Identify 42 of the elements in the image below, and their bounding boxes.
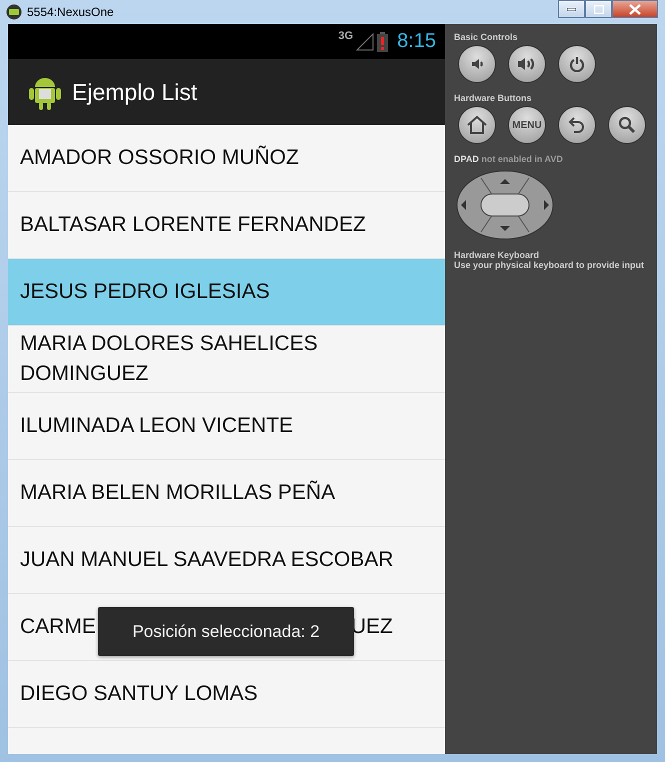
back-icon xyxy=(568,116,586,134)
window-title: 5554:NexusOne xyxy=(27,5,114,19)
keyboard-heading: Hardware Keyboard xyxy=(454,250,540,260)
list-item[interactable]: JESUS PEDRO IGLESIAS xyxy=(8,259,445,326)
volume-up-icon xyxy=(517,56,537,72)
dpad-note: DPAD not enabled in AVD xyxy=(454,154,564,164)
item-text: DIEGO SANTUY LOMAS xyxy=(20,681,258,707)
minimize-icon xyxy=(567,8,576,10)
item-text: BALTASAR LORENTE FERNANDEZ xyxy=(20,212,366,238)
item-text: AMADOR OSSORIO MUÑOZ xyxy=(20,144,299,171)
battery-icon xyxy=(377,32,388,52)
menu-button[interactable]: MENU xyxy=(508,106,546,144)
power-button[interactable] xyxy=(558,45,596,83)
maximize-button[interactable] xyxy=(585,0,612,18)
back-button[interactable] xyxy=(558,106,596,144)
item-text: MARIA BELEN MORILLAS PEÑA xyxy=(20,480,336,506)
close-button[interactable] xyxy=(612,0,658,18)
item-text: CARME xyxy=(20,614,96,640)
search-icon xyxy=(618,116,636,134)
item-text: JUAN MANUEL SAAVEDRA ESCOBAR xyxy=(20,547,394,573)
close-icon xyxy=(629,4,641,14)
volume-down-icon xyxy=(470,57,484,71)
toast-message: Posición seleccionada: 2 xyxy=(98,607,354,656)
item-text: ILUMINADA LEON VICENTE xyxy=(20,413,294,439)
volume-down-button[interactable] xyxy=(458,45,496,83)
maximize-icon xyxy=(594,4,604,14)
power-icon xyxy=(569,56,585,72)
search-button[interactable] xyxy=(608,106,646,144)
item-text: JESUS PEDRO IGLESIAS xyxy=(20,279,270,305)
section-heading: Basic Controls xyxy=(454,32,519,42)
section-heading: Hardware Buttons xyxy=(454,93,533,103)
minimize-button[interactable] xyxy=(558,0,585,18)
app-title: Ejemplo List xyxy=(72,78,198,106)
keyboard-note: Use your physical keyboard to provide input xyxy=(454,260,646,270)
item-text: MARIA DOLORES SAHELICES DOMINGUEZ xyxy=(20,331,319,387)
network-type: 3G xyxy=(338,30,354,42)
clock-time: 8:15 xyxy=(397,30,436,53)
signal-icon xyxy=(356,32,374,50)
volume-up-button[interactable] xyxy=(508,45,546,83)
emulator-icon xyxy=(6,4,22,20)
home-icon xyxy=(466,115,488,135)
home-button[interactable] xyxy=(458,106,496,144)
